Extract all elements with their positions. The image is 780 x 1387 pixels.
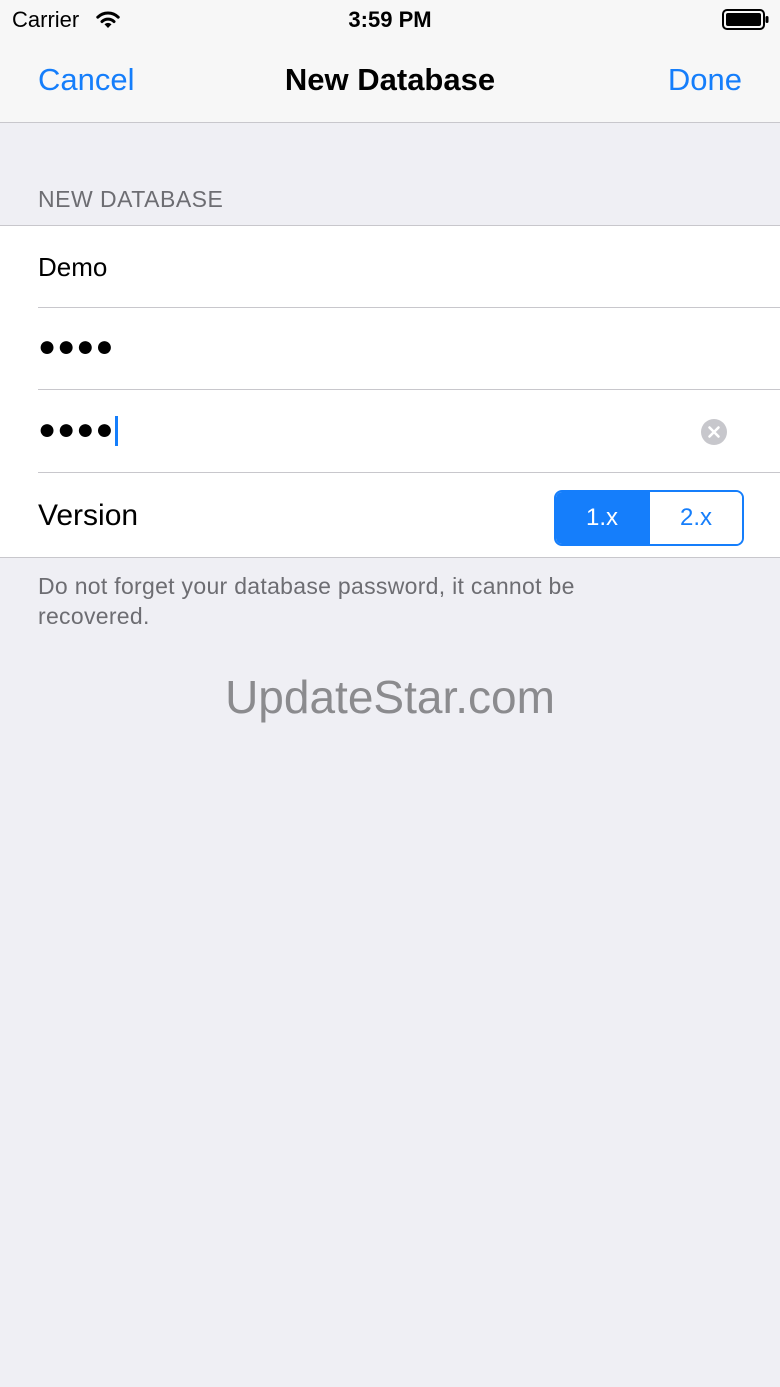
confirm-password-field[interactable]: ●●●● xyxy=(38,413,114,446)
confirm-password-field-wrap[interactable]: ●●●● xyxy=(38,413,119,447)
section-footer: Do not forget your database password, it… xyxy=(38,573,575,629)
database-name-field[interactable]: Demo xyxy=(38,252,107,283)
battery-icon xyxy=(722,9,769,30)
database-name-row[interactable]: Demo xyxy=(0,226,780,308)
watermark: UpdateStar.com xyxy=(225,671,555,723)
version-option-1x[interactable]: 1.x xyxy=(556,492,648,544)
page-title: New Database xyxy=(284,62,496,97)
navigation-bar: Carrier 3:59 PM Cancel New Database Done xyxy=(0,0,780,123)
status-bar: Carrier 3:59 PM xyxy=(0,0,780,40)
text-cursor xyxy=(115,416,119,447)
row-divider xyxy=(38,389,780,390)
password-field[interactable]: ●●●● xyxy=(38,330,114,364)
status-time: 3:59 PM xyxy=(348,7,432,32)
version-segmented-control[interactable]: 1.x 2.x xyxy=(554,490,744,546)
row-divider xyxy=(38,472,780,473)
confirm-password-row[interactable]: ●●●● xyxy=(0,391,780,473)
new-database-form: Demo ●●●● ●●●● Version 1.x 2.x xyxy=(0,225,780,558)
version-label: Version xyxy=(38,499,139,532)
version-option-2x[interactable]: 2.x xyxy=(648,492,742,544)
password-row[interactable]: ●●●● xyxy=(0,308,780,390)
section-header: NEW DATABASE xyxy=(38,186,224,212)
version-row: Version 1.x 2.x xyxy=(0,474,780,556)
done-button[interactable]: Done xyxy=(668,62,742,98)
clear-text-icon[interactable] xyxy=(701,419,727,445)
